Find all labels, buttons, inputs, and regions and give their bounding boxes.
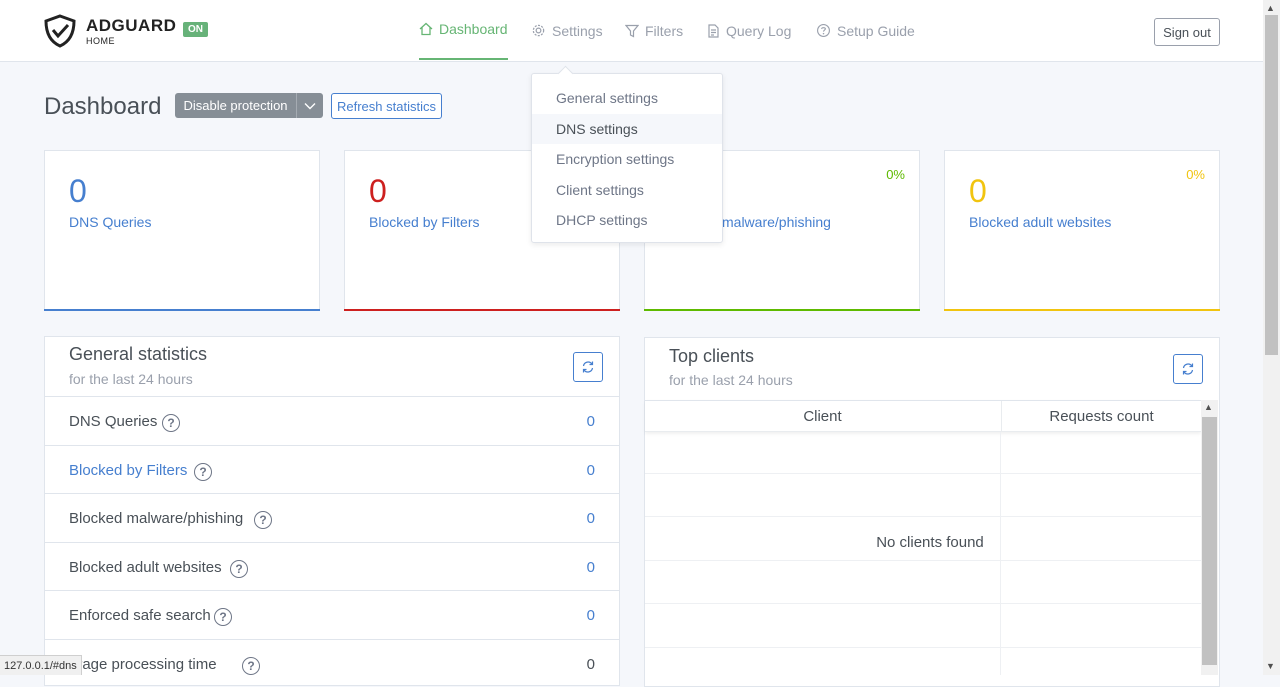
menu-item-encryption-settings[interactable]: Encryption settings: [532, 144, 722, 174]
panel-title: Top clients: [669, 346, 755, 366]
nav-setup-guide[interactable]: Setup Guide: [816, 0, 915, 61]
stat-card-value: 0: [969, 173, 987, 209]
refresh-icon: [582, 361, 594, 373]
menu-item-dns-settings[interactable]: DNS settings: [532, 114, 722, 144]
stat-card-accent-bar: [944, 309, 1220, 311]
column-header-client[interactable]: Client: [645, 408, 1000, 425]
stat-row-name: erage processing time: [69, 656, 217, 673]
app-header: ADGUARD HOME ON Dashboard Settings Filte…: [0, 0, 1263, 62]
question-icon[interactable]: ?: [254, 511, 272, 529]
stat-card-accent-bar: [644, 309, 920, 311]
question-icon[interactable]: ?: [230, 560, 248, 578]
stat-row-name: Blocked adult websites: [69, 559, 222, 576]
question-icon[interactable]: ?: [194, 463, 212, 481]
table-row-divider: [645, 647, 1201, 648]
nav-settings[interactable]: Settings: [531, 0, 603, 61]
top-clients-table-header: Client Requests count: [645, 400, 1201, 432]
stat-card-percent: 0%: [886, 167, 905, 182]
refresh-icon: [1182, 363, 1194, 375]
nav-query-log-label: Query Log: [726, 22, 792, 39]
table-scrollbar-thumb[interactable]: [1202, 417, 1217, 665]
brand-name: ADGUARD: [86, 16, 177, 35]
stat-card-dns-queries: 0 DNS Queries: [44, 150, 320, 311]
browser-status-url: 127.0.0.1/#dns: [0, 655, 82, 675]
nav-query-log[interactable]: Query Log: [706, 0, 791, 61]
stat-row-blocked-malware: Blocked malware/phishing ? 0: [45, 493, 619, 541]
stat-row-value: 0: [586, 462, 595, 479]
disable-protection-button[interactable]: Disable protection: [175, 93, 296, 118]
stat-row-value: 0: [586, 413, 595, 430]
scroll-down-icon[interactable]: ▼: [1266, 661, 1275, 671]
no-clients-message: No clients found: [860, 530, 1000, 555]
page-title: Dashboard: [44, 93, 162, 120]
page-scrollbar-thumb[interactable]: [1265, 15, 1278, 355]
protection-status-badge: ON: [183, 22, 208, 37]
top-clients-panel: Top clients for the last 24 hours: [644, 337, 1220, 687]
question-icon[interactable]: ?: [214, 608, 232, 626]
stat-card-accent-bar: [44, 309, 320, 311]
stat-row-processing-time: erage processing time ? 0: [45, 639, 619, 687]
nav-filters[interactable]: Filters: [625, 0, 683, 61]
general-statistics-panel: General statistics for the last 24 hours…: [44, 336, 620, 686]
column-header-requests-count[interactable]: Requests count: [1001, 401, 1201, 432]
refresh-statistics-button[interactable]: Refresh statistics: [331, 93, 442, 119]
nav-setup-guide-label: Setup Guide: [837, 22, 915, 39]
sign-out-button[interactable]: Sign out: [1154, 18, 1220, 46]
gear-icon: [532, 24, 545, 37]
stat-card-accent-bar: [344, 309, 620, 311]
stat-row-value: 0: [586, 607, 595, 624]
nav-dashboard[interactable]: Dashboard: [419, 0, 508, 60]
stat-card-label: DNS Queries: [69, 214, 152, 230]
stat-card-blocked-adult: 0 0% Blocked adult websites: [944, 150, 1220, 311]
stat-card-label: Blocked adult websites: [969, 214, 1112, 230]
document-icon: [708, 23, 719, 38]
brand-subtitle: HOME: [86, 36, 115, 46]
menu-item-general-settings[interactable]: General settings: [532, 83, 722, 113]
stat-card-label: malware/phishing: [722, 214, 831, 230]
help-circle-icon: [817, 24, 830, 37]
stat-row-name: Enforced safe search: [69, 607, 211, 624]
stat-row-name[interactable]: Blocked by Filters: [69, 462, 187, 479]
stat-card-percent: 0%: [1186, 167, 1205, 182]
table-scroll-up-icon[interactable]: ▲: [1204, 402, 1213, 412]
stat-card-label: Blocked by Filters: [369, 214, 480, 230]
refresh-general-stats-button[interactable]: [573, 352, 603, 382]
table-row-divider: [645, 560, 1201, 561]
home-icon: [419, 22, 433, 36]
nav-settings-label: Settings: [552, 22, 603, 39]
question-icon[interactable]: ?: [162, 414, 180, 432]
scroll-up-icon[interactable]: ▲: [1266, 3, 1275, 13]
stat-card-value: 0: [69, 173, 87, 209]
stat-row-name: DNS Queries: [69, 413, 158, 430]
stat-row-value: 0: [586, 510, 595, 527]
menu-item-client-settings[interactable]: Client settings: [532, 175, 722, 205]
nav-filters-label: Filters: [645, 22, 684, 39]
protection-options-dropdown-button[interactable]: [296, 93, 323, 118]
dropdown-caret: [557, 65, 574, 82]
menu-item-dhcp-settings[interactable]: DHCP settings: [532, 205, 722, 235]
question-icon[interactable]: ?: [242, 657, 260, 675]
stat-row-safe-search: Enforced safe search ? 0: [45, 590, 619, 638]
adguard-shield-logo[interactable]: [43, 14, 77, 48]
filter-icon: [625, 24, 639, 37]
stat-row-value: 0: [586, 656, 595, 673]
panel-title: General statistics: [69, 344, 208, 364]
table-column-divider: [1000, 432, 1001, 675]
table-row-divider: [645, 603, 1201, 604]
refresh-top-clients-button[interactable]: [1173, 354, 1203, 384]
stat-row-dns-queries: DNS Queries ? 0: [45, 396, 619, 444]
chevron-down-icon: [304, 102, 316, 109]
panel-subtitle: for the last 24 hours: [669, 372, 793, 388]
stat-row-blocked-filters: Blocked by Filters ? 0: [45, 445, 619, 493]
nav-dashboard-label: Dashboard: [439, 21, 508, 37]
settings-dropdown-menu: General settings DNS settings Encryption…: [531, 65, 723, 243]
stat-row-value: 0: [586, 559, 595, 576]
panel-subtitle: for the last 24 hours: [69, 371, 193, 387]
stat-card-value: 0: [369, 173, 387, 209]
table-row-divider: [645, 473, 1201, 474]
stat-row-name: Blocked malware/phishing: [69, 510, 244, 527]
table-row-divider: [645, 516, 1201, 517]
stat-row-blocked-adult: Blocked adult websites ? 0: [45, 542, 619, 590]
